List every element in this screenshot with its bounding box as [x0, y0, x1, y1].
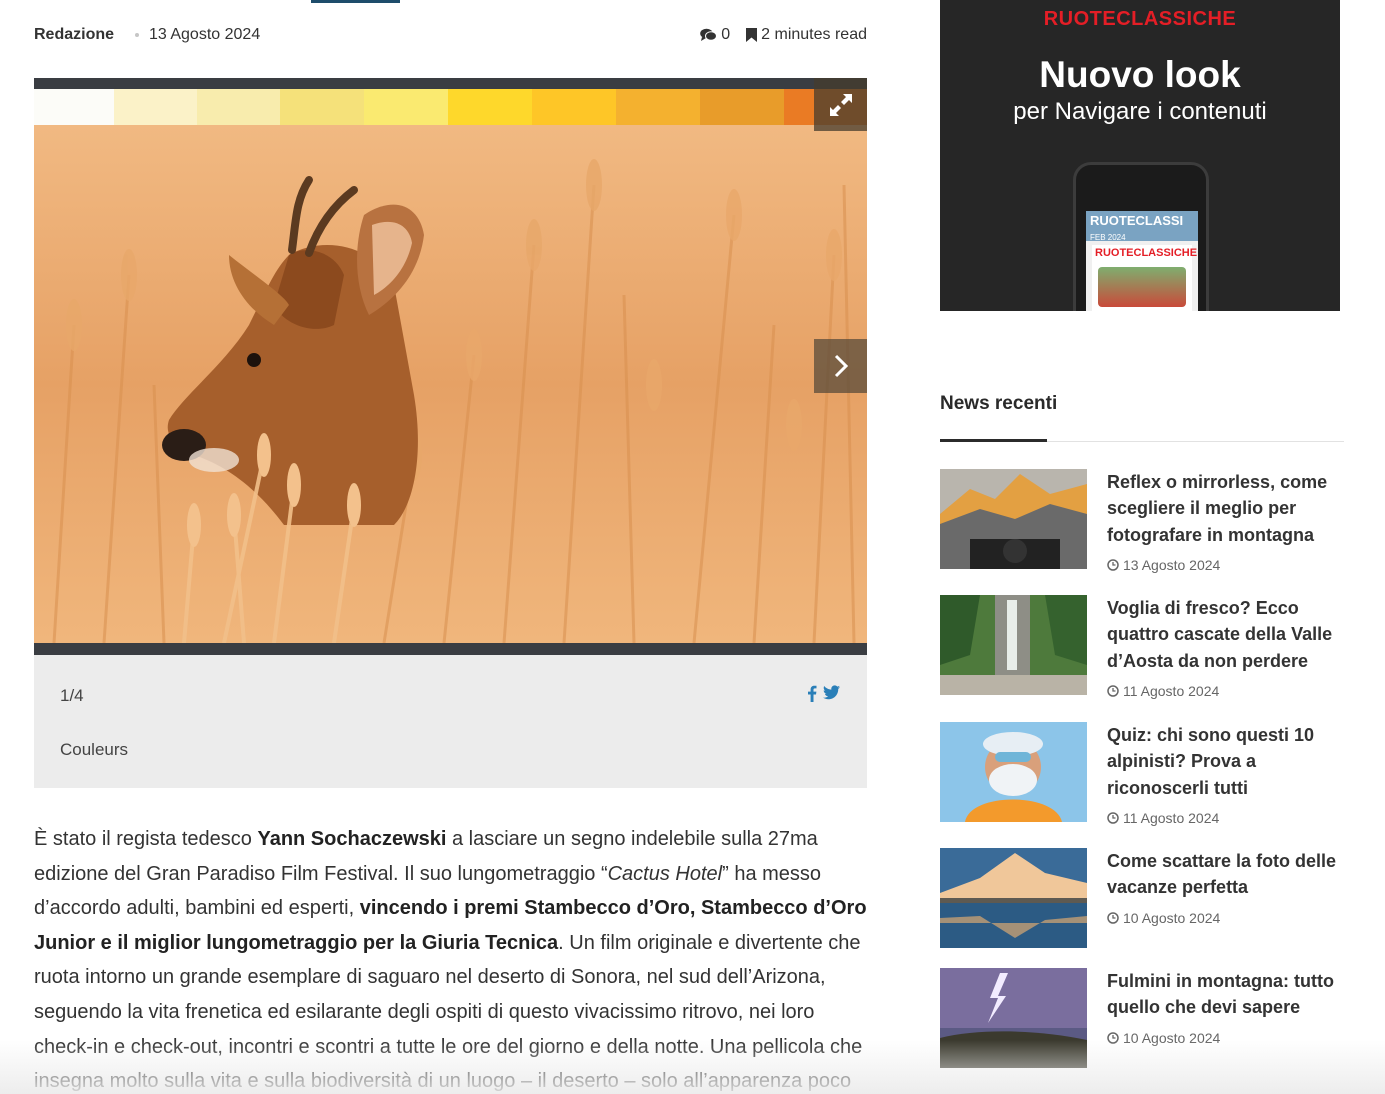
news-title[interactable]: Quiz: chi sono questi 10 alpinisti? Prov… — [1107, 722, 1344, 801]
slide-caption: Couleurs — [60, 740, 129, 759]
ad-subtitle: per Navigare i contenuti — [1013, 98, 1267, 125]
clock-icon — [1107, 685, 1119, 697]
active-tab-indicator — [311, 0, 400, 3]
palette-swatch — [700, 89, 784, 125]
news-thumbnail[interactable] — [940, 968, 1087, 1068]
news-thumbnail[interactable] — [940, 722, 1087, 822]
article-paragraph: È stato il regista tedesco Yann Sochacze… — [34, 828, 867, 1093]
chevron-right-icon — [834, 354, 848, 378]
palette-swatch — [114, 89, 198, 125]
next-slide-button[interactable] — [814, 339, 867, 393]
publish-date: 13 Agosto 2024 — [149, 26, 261, 43]
film-title: Cactus Hotel — [607, 862, 723, 885]
ad-headline: Nuovo look — [1039, 54, 1241, 95]
news-date: 10 Agosto 2024 — [1107, 1030, 1220, 1046]
sidebar-heading: News recenti — [940, 393, 1058, 414]
news-title[interactable]: Voglia di fresco? Ecco quattro cascate d… — [1107, 595, 1344, 674]
palette-swatch — [616, 89, 701, 125]
news-thumbnail[interactable] — [940, 469, 1087, 569]
news-thumbnail[interactable] — [940, 595, 1087, 695]
news-date: 13 Agosto 2024 — [1107, 557, 1220, 573]
fullscreen-button[interactable] — [814, 78, 867, 131]
comments-link[interactable]: 0 — [700, 26, 730, 44]
news-thumbnail[interactable] — [940, 848, 1087, 948]
clock-icon — [1107, 1032, 1119, 1044]
bookmark-icon — [746, 28, 758, 42]
expand-icon — [829, 93, 852, 116]
palette-swatch — [364, 89, 449, 125]
article-body: È stato il regista tedesco Yann Sochacze… — [34, 822, 867, 1094]
palette-swatch — [34, 89, 115, 125]
clock-icon — [1107, 812, 1119, 824]
gallery-caption: 1/4 Couleurs — [34, 655, 867, 788]
author-link[interactable]: Redazione — [34, 26, 114, 44]
clock-icon — [1107, 912, 1119, 924]
heading-accent — [940, 439, 1047, 442]
ad-brand: RUOTECLASSICHE — [1043, 8, 1237, 30]
advertisement-banner[interactable]: RUOTECLASSICHE Nuovo look per Navigare i… — [940, 0, 1340, 311]
article-meta: Redazione 13 Agosto 2024 0 2 minutes rea… — [34, 24, 867, 46]
slide-counter: 1/4 — [60, 686, 84, 705]
meta-separator — [135, 33, 139, 37]
palette-swatch — [197, 89, 281, 125]
palette-swatch — [280, 89, 365, 125]
magazine-cover: RUOTECLASSI FEB 2024 RUOTECLASSICHE — [1086, 211, 1198, 311]
read-time: 2 minutes read — [746, 26, 867, 44]
news-title[interactable]: Come scattare la foto delle vacanze perf… — [1107, 848, 1344, 901]
news-date: 10 Agosto 2024 — [1107, 910, 1220, 926]
director-name: Yann Sochaczewski — [257, 828, 447, 850]
clock-icon — [1107, 559, 1119, 571]
palette-swatch — [532, 89, 617, 125]
gallery-image-roe-deer[interactable] — [34, 125, 867, 643]
news-title[interactable]: Reflex o mirrorless, come scegliere il m… — [1107, 469, 1344, 548]
color-palette — [34, 89, 867, 125]
comments-icon — [700, 28, 718, 41]
share-buttons — [807, 685, 840, 702]
twitter-icon[interactable] — [823, 685, 840, 700]
read-time-label: 2 minutes read — [761, 26, 867, 43]
news-date: 11 Agosto 2024 — [1107, 683, 1219, 699]
ad-phone-mockup: RUOTECLASSI FEB 2024 RUOTECLASSICHE — [1073, 162, 1209, 311]
facebook-icon[interactable] — [807, 685, 817, 702]
news-title[interactable]: Fulmini in montagna: tutto quello che de… — [1107, 968, 1344, 1021]
comments-count: 0 — [721, 26, 731, 43]
palette-swatch — [448, 89, 533, 125]
news-date: 11 Agosto 2024 — [1107, 810, 1219, 826]
image-gallery — [34, 78, 867, 655]
